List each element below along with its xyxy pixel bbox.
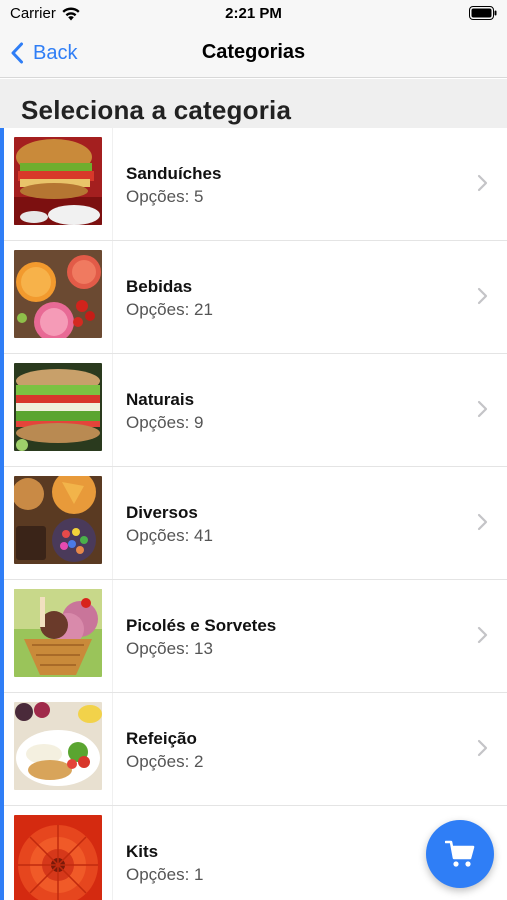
category-row-refeicao[interactable]: Refeição Opções: 2 xyxy=(4,693,507,806)
thumb-divider xyxy=(112,128,113,240)
category-row-picoles-e-sorvetes[interactable]: Picolés e Sorvetes Opções: 13 xyxy=(4,580,507,693)
category-name: Kits xyxy=(126,842,159,861)
thumb-divider xyxy=(112,241,113,353)
category-name: Picolés e Sorvetes xyxy=(126,616,277,635)
status-bar: Carrier 2:21 PM xyxy=(0,0,507,28)
meal-image xyxy=(14,702,102,790)
navigation-bar: Back Categorias xyxy=(0,28,507,78)
category-row-naturais[interactable]: Naturais Opções: 9 xyxy=(4,354,507,467)
thumb-divider xyxy=(112,580,113,692)
chevron-right-icon xyxy=(477,174,488,192)
category-options-count: Opções: 21 xyxy=(126,300,213,319)
status-time: 2:21 PM xyxy=(225,5,282,22)
page-title: Categorias xyxy=(201,41,306,63)
category-name: Diversos xyxy=(126,503,198,522)
thumb-divider xyxy=(112,467,113,579)
category-list: Sanduíches Opções: 5 Bebidas Opções: 21 … xyxy=(0,128,507,900)
category-name: Refeição xyxy=(126,729,197,748)
category-row-sanduiches[interactable]: Sanduíches Opções: 5 xyxy=(4,128,507,241)
battery-icon xyxy=(469,6,497,20)
thumb-divider xyxy=(112,806,113,900)
category-name: Naturais xyxy=(126,390,195,409)
chevron-right-icon xyxy=(477,400,488,418)
category-name: Sanduíches xyxy=(126,164,222,183)
cart-button[interactable] xyxy=(426,820,494,888)
cart-icon xyxy=(445,840,475,867)
category-row-bebidas[interactable]: Bebidas Opções: 21 xyxy=(4,241,507,354)
category-options-count: Opções: 2 xyxy=(126,752,204,771)
drinks-image xyxy=(14,250,102,338)
section-header: Seleciona a categoria xyxy=(0,79,507,128)
chevron-right-icon xyxy=(477,626,488,644)
category-options-count: Opções: 41 xyxy=(126,526,213,545)
category-options-count: Opções: 9 xyxy=(126,413,204,432)
chevron-right-icon xyxy=(477,739,488,757)
section-title: Seleciona a categoria xyxy=(21,95,292,125)
thumb-divider xyxy=(112,354,113,466)
chevron-right-icon xyxy=(477,513,488,531)
category-options-count: Opções: 1 xyxy=(126,865,204,884)
ice-cream-image xyxy=(14,589,102,677)
category-options-count: Opções: 5 xyxy=(126,187,204,206)
natural-sandwich-image xyxy=(14,363,102,451)
category-name: Bebidas xyxy=(126,277,193,296)
flower-image xyxy=(14,815,102,900)
sandwich-image xyxy=(14,137,102,225)
category-row-diversos[interactable]: Diversos Opções: 41 xyxy=(4,467,507,580)
snacks-image xyxy=(14,476,102,564)
chevron-right-icon xyxy=(477,287,488,305)
thumb-divider xyxy=(112,693,113,805)
category-options-count: Opções: 13 xyxy=(126,639,213,658)
